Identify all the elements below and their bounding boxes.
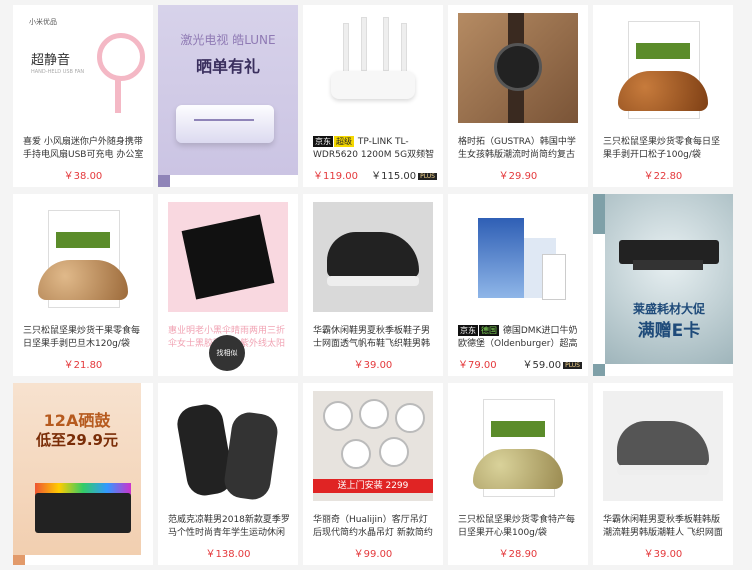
product-title[interactable]: 范威克凉鞋男2018新款夏季罗马个性时尚青年学生运动休闲韩 [168,514,292,540]
germany-tag: 德国 [479,325,499,336]
product-card[interactable]: 送上门安装 2299 华丽奇（Hualijin）客厅吊灯 后现代简约水晶吊灯 新… [303,383,443,565]
product-image[interactable]: 送上门安装 2299 [303,383,443,508]
find-similar-button[interactable]: 找相似 [209,335,245,371]
product-image[interactable] [13,194,153,319]
plus-price: ￥59.00 [522,360,562,371]
product-price: ￥22.80 [643,171,683,182]
product-title[interactable]: 华丽奇（Hualijin）客厅吊灯 后现代简约水晶吊灯 新款简约吊灯 [313,514,437,540]
product-title[interactable]: 三只松鼠坚果炒货零食特产每日坚果开心果100g/袋 [458,514,582,540]
product-title[interactable]: 喜爱 小风扇迷你户外随身携带手持电风扇USB可充电 办公室 [23,136,147,162]
product-title[interactable]: 华霸休闲鞋男夏秋季板鞋子男士网面透气帆布鞋飞织鞋男韩版潮 [313,325,437,351]
product-card[interactable]: 三只松鼠坚果炒货零食每日坚果手剥开口松子100g/袋 ￥22.80 [593,5,733,187]
banner-subtitle: 莱盛耗材大促 [632,302,705,316]
product-image[interactable] [593,5,733,130]
product-image[interactable] [303,194,443,319]
plus-price: ￥115.00 [371,171,417,182]
price-row: ￥119.00 ￥115.00 PLUS [313,167,437,182]
image-text: 超静音 [31,52,71,68]
banner-subtitle: 低至29.9元 [35,431,118,449]
product-image[interactable] [303,5,443,130]
product-price: ￥38.00 [63,171,103,182]
product-price: ￥28.90 [498,549,538,560]
product-price: ￥119.00 [313,171,358,182]
banner-title: 满赠E卡 [637,321,701,341]
super-tag: 超级 [334,136,354,147]
product-image[interactable] [593,383,733,508]
product-price: ￥21.80 [63,360,103,371]
product-price: ￥39.00 [643,549,683,560]
product-card[interactable]: 小米优品 超静音 HAND-HELD USB FAN 喜爱 小风扇迷你户外随身携… [13,5,153,187]
product-card[interactable]: 三只松鼠坚果炒货零食特产每日坚果开心果100g/袋 ￥28.90 [448,383,588,565]
product-title[interactable]: 京东德国 德国DMK进口牛奶 欧德堡（Oldenburger）超高温处 [458,325,582,351]
product-price: ￥79.00 [458,360,497,371]
product-title[interactable]: 三只松鼠坚果炒货干果零食每日坚果手剥巴旦木120g/袋 [23,325,147,351]
product-price: ￥138.00 [205,549,251,560]
product-image[interactable] [448,194,588,319]
image-subtext: HAND-HELD USB FAN [31,68,85,75]
product-card[interactable]: 格时拓（GUSTRA）韩国中学生女孩韩版潮流时尚简约复古风 ￥29.90 [448,5,588,187]
product-price: ￥29.90 [498,171,538,182]
plus-badge: PLUS [418,172,437,180]
product-image[interactable]: 小米优品 超静音 HAND-HELD USB FAN [13,5,153,130]
product-card[interactable]: 华霸休闲鞋男夏秋季板鞋子男士网面透气帆布鞋飞织鞋男韩版潮 ￥39.00 [303,194,443,376]
product-image[interactable] [158,194,298,319]
product-card[interactable]: 京东德国 德国DMK进口牛奶 欧德堡（Oldenburger）超高温处 ￥79.… [448,194,588,376]
product-card[interactable]: 惠业明老小黑伞晴雨两用三折伞女士黑胶防晒防紫外线太阳伞 找相似 [158,194,298,376]
banner-subtitle: 激光电视 皓LUNE [180,33,276,47]
lamp-promo-text: 送上门安装 [337,480,383,491]
product-image[interactable] [158,383,298,508]
product-price: ￥39.00 [353,360,393,371]
product-image[interactable] [448,383,588,508]
promo-banner[interactable]: 12A硒鼓 低至29.9元 [13,383,153,565]
product-title[interactable]: 格时拓（GUSTRA）韩国中学生女孩韩版潮流时尚简约复古风 [458,136,582,162]
banner-title: 晒单有礼 [195,57,260,76]
promo-banner[interactable]: 激光电视 皓LUNE 晒单有礼 [158,5,298,187]
lamp-promo-price: 2299 [385,480,409,491]
product-card[interactable]: 华霸休闲鞋男夏秋季板鞋韩版潮流鞋男韩版潮鞋人 飞织网面透 ￥39.00 [593,383,733,565]
brand-logo: 小米优品 [29,17,57,26]
price-row: ￥79.00 ￥59.00 PLUS [458,356,582,371]
product-price: ￥99.00 [353,549,393,560]
product-title[interactable]: 华霸休闲鞋男夏秋季板鞋韩版潮流鞋男韩版潮鞋人 飞织网面透 [603,514,727,540]
jd-tag: 京东 [458,325,478,336]
plus-badge: PLUS [563,361,582,369]
banner-title: 12A硒鼓 [43,411,111,430]
product-card[interactable]: 范威克凉鞋男2018新款夏季罗马个性时尚青年学生运动休闲韩 ￥138.00 [158,383,298,565]
product-card[interactable]: 京东超级 TP-LINK TL-WDR5620 1200M 5G双频智能无线路 … [303,5,443,187]
product-card[interactable]: 三只松鼠坚果炒货干果零食每日坚果手剥巴旦木120g/袋 ￥21.80 [13,194,153,376]
jd-tag: 京东 [313,136,333,147]
promo-banner[interactable]: 莱盛耗材大促 满赠E卡 [593,194,733,376]
product-title[interactable]: 三只松鼠坚果炒货零食每日坚果手剥开口松子100g/袋 [603,136,727,162]
product-title[interactable]: 京东超级 TP-LINK TL-WDR5620 1200M 5G双频智能无线路 [313,136,437,162]
product-image[interactable] [448,5,588,130]
